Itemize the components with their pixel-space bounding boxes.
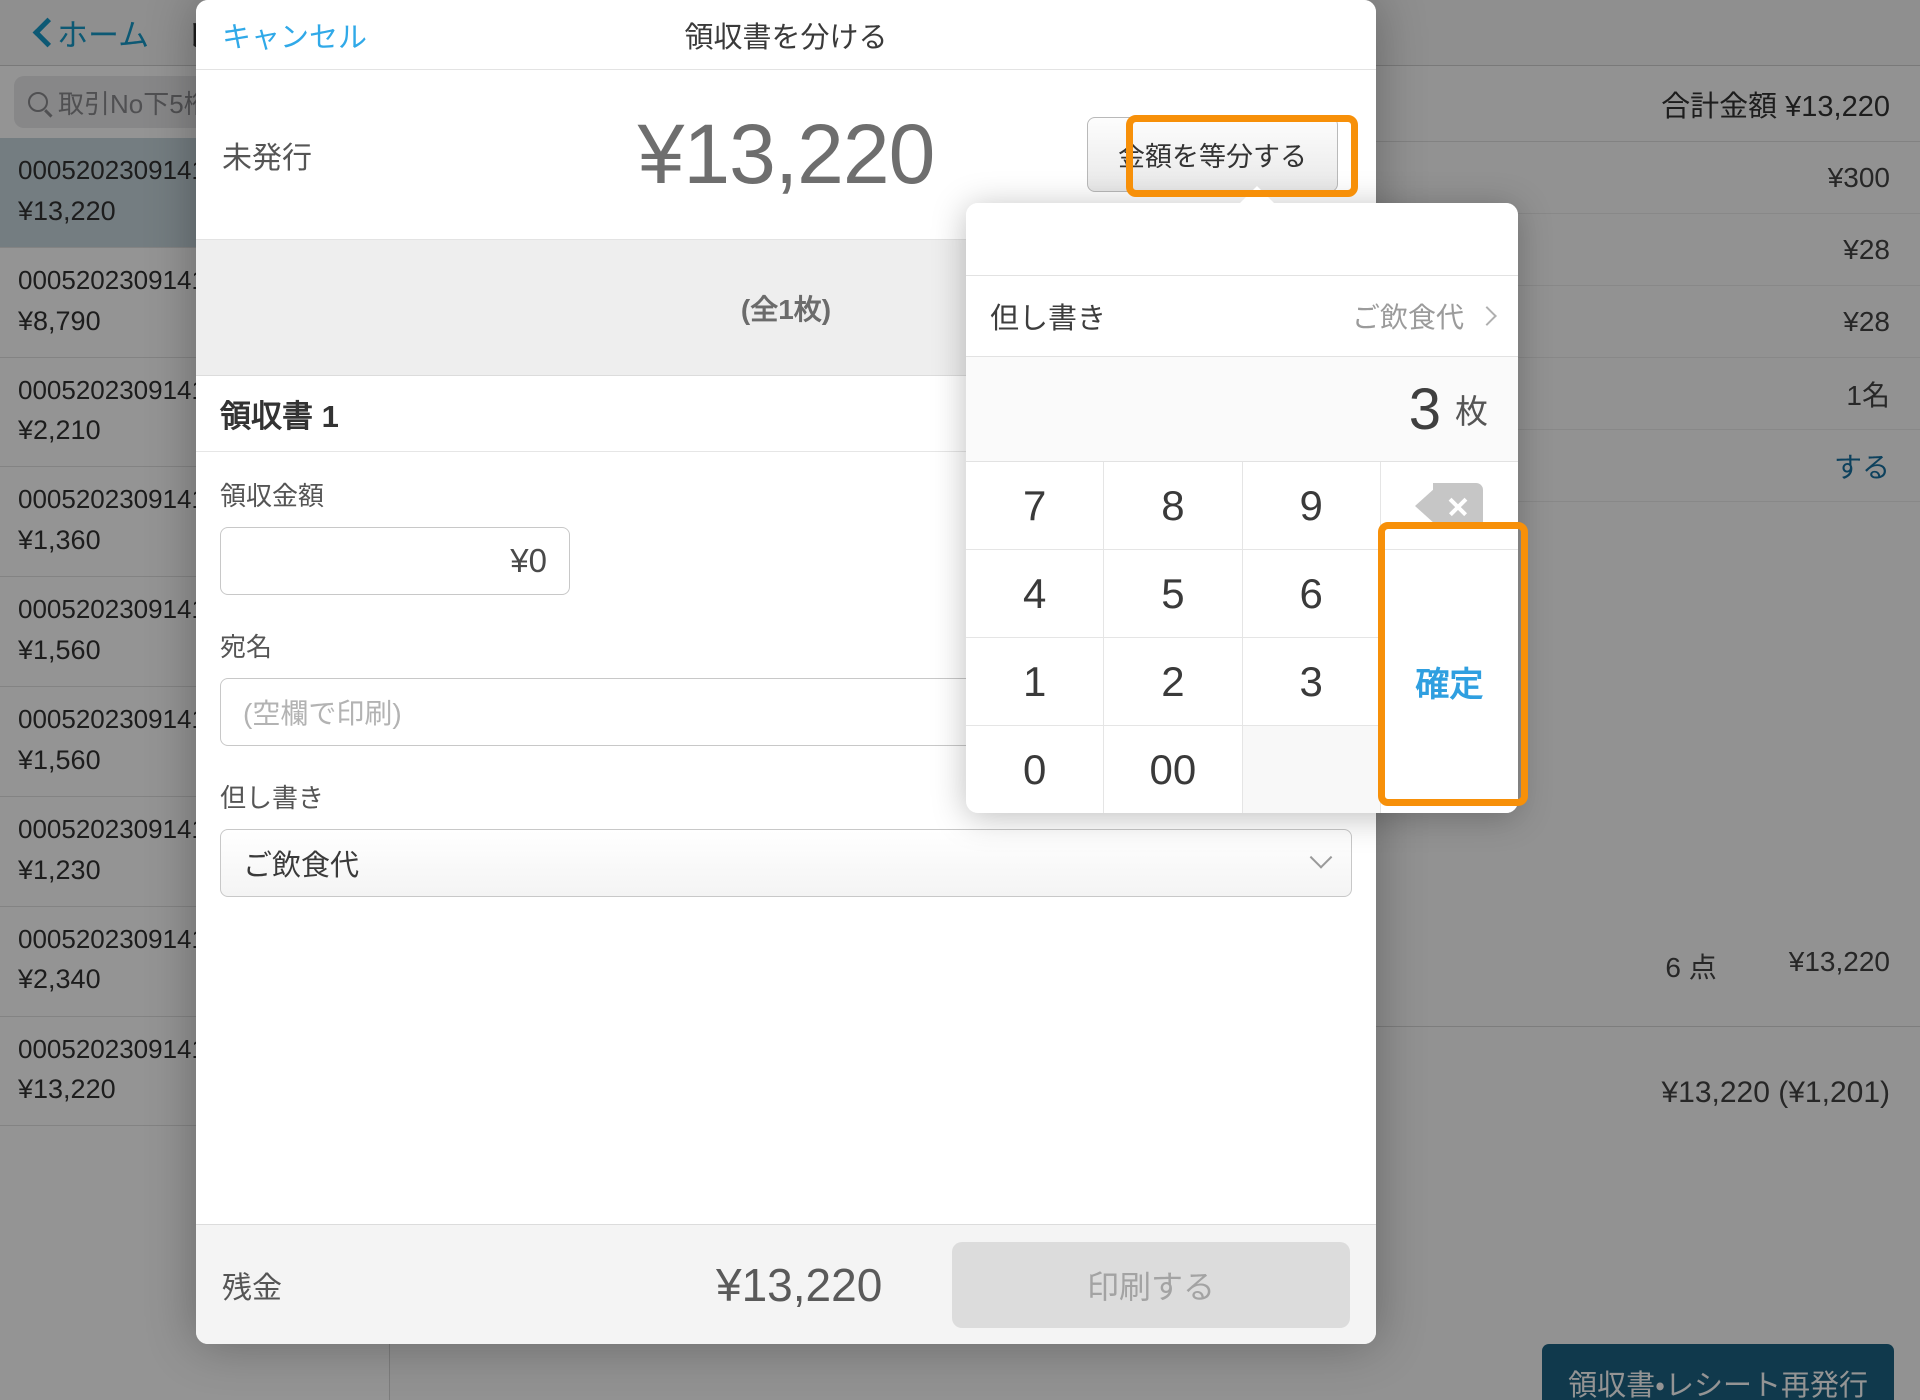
key-6[interactable]: 6	[1242, 550, 1380, 637]
popover-note-value: ご飲食代	[1351, 302, 1464, 333]
key-2[interactable]: 2	[1104, 638, 1242, 725]
note-select-value: ご飲食代	[243, 850, 360, 882]
print-button[interactable]: 印刷する	[952, 1241, 1350, 1328]
chevron-down-icon	[1309, 846, 1333, 869]
amount-input-value: ¥0	[510, 542, 547, 579]
popover-top-spacer	[966, 203, 1518, 275]
sheet-count-popover: 但し書き ご飲食代 3 枚 7 8 9 4 5 6 確定 1 2 3 0 00	[966, 203, 1518, 813]
backspace-icon	[1415, 482, 1484, 529]
key-0[interactable]: 0	[966, 726, 1104, 813]
confirm-key[interactable]: 確定	[1380, 550, 1518, 813]
modal-title: 領収書を分ける	[684, 21, 888, 54]
sheet-count-value: 3	[1408, 376, 1441, 442]
sheet-count-unit: 枚	[1455, 393, 1488, 430]
key-blank	[1242, 726, 1380, 813]
key-7[interactable]: 7	[966, 462, 1104, 549]
key-4[interactable]: 4	[966, 550, 1104, 637]
balance-label: 残金	[222, 1271, 282, 1305]
modal-header: キャンセル 領収書を分ける	[196, 0, 1376, 70]
popover-note-row[interactable]: 但し書き ご飲食代	[966, 275, 1518, 357]
key-9[interactable]: 9	[1242, 462, 1380, 549]
popover-arrow	[1238, 186, 1276, 205]
popover-note-label: 但し書き	[990, 303, 1107, 335]
name-input-placeholder: (空欄で印刷)	[243, 698, 402, 729]
popover-note-value-wrap: ご飲食代	[1351, 296, 1497, 336]
key-8[interactable]: 8	[1104, 462, 1242, 549]
status-badge: 未発行	[222, 141, 312, 175]
numeric-keypad: 7 8 9 4 5 6 確定 1 2 3 0 00	[966, 462, 1518, 813]
chevron-right-icon	[1477, 306, 1497, 326]
modal-footer: 残金 ¥13,220 印刷する	[196, 1224, 1376, 1344]
cancel-button[interactable]: キャンセル	[222, 14, 367, 56]
equal-split-button[interactable]: 金額を等分する	[1087, 117, 1338, 192]
note-select[interactable]: ご飲食代	[220, 829, 1352, 897]
key-00[interactable]: 00	[1104, 726, 1242, 813]
equal-split-button-wrap: 金額を等分する	[1087, 117, 1338, 192]
name-field-label: 宛名	[220, 632, 273, 662]
key-5[interactable]: 5	[1104, 550, 1242, 637]
key-1[interactable]: 1	[966, 638, 1104, 725]
amount-input[interactable]: ¥0	[220, 527, 570, 595]
backspace-key[interactable]	[1380, 462, 1518, 549]
key-3[interactable]: 3	[1242, 638, 1380, 725]
balance-amount: ¥13,220	[716, 1258, 883, 1311]
sheet-count-display: 3 枚	[966, 357, 1518, 462]
